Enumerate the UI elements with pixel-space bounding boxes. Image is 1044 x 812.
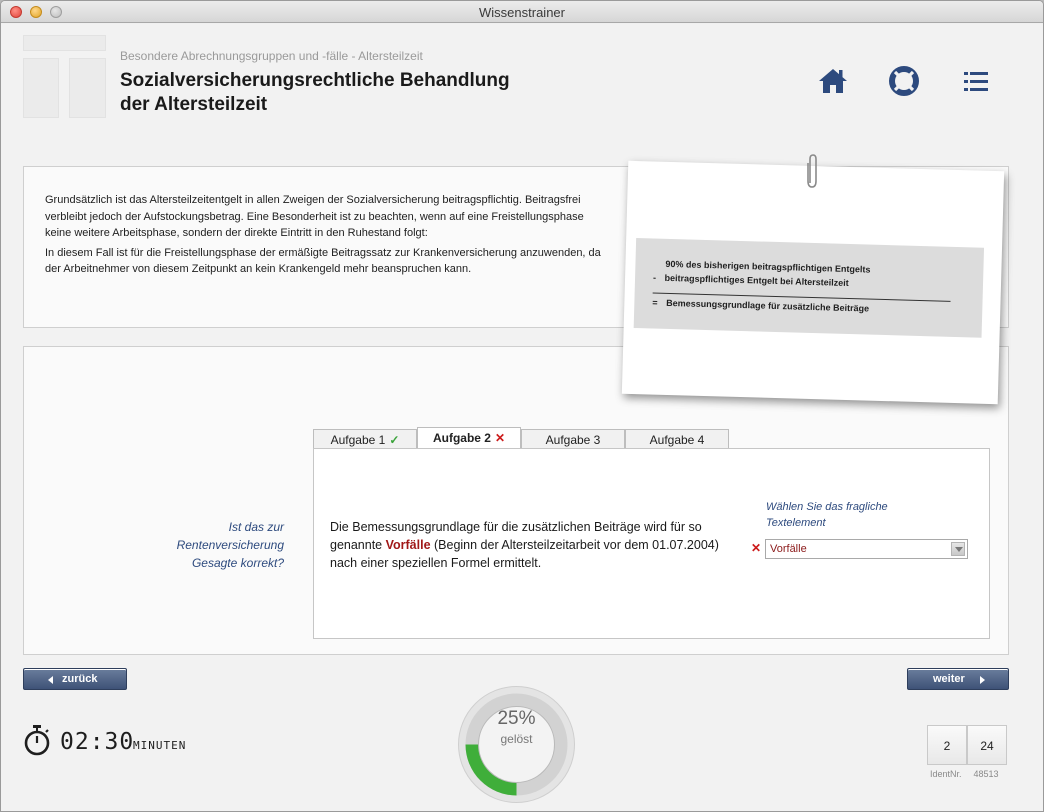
chevron-down-icon[interactable] bbox=[951, 542, 965, 556]
logo-block-left bbox=[23, 58, 59, 118]
page-title-line-2: der Altersteilzeit bbox=[120, 94, 268, 115]
formula-minus-symbol: - bbox=[652, 272, 657, 283]
check-icon: ✓ bbox=[389, 433, 400, 447]
list-menu-icon[interactable] bbox=[960, 66, 992, 96]
question-line-1: Ist das zur bbox=[228, 520, 284, 534]
logo-block-right bbox=[69, 58, 106, 118]
formula-equals-symbol: = bbox=[652, 297, 658, 308]
main-content: Besondere Abrechnungsgruppen und -fälle … bbox=[1, 24, 1043, 811]
progress-percent: 25% bbox=[497, 708, 536, 729]
ident-value: 48513 bbox=[973, 769, 999, 779]
task-highlighted-term[interactable]: Vorfälle bbox=[386, 538, 431, 552]
cross-icon: ✕ bbox=[494, 431, 506, 445]
page-title-line-1: Sozialversicherungsrechtliche Behandlung bbox=[120, 70, 510, 91]
stopwatch-icon bbox=[24, 725, 50, 756]
tab-label: Aufgabe 4 bbox=[649, 433, 705, 447]
title-bar: Wissenstrainer bbox=[1, 1, 1043, 23]
page-current: 2 bbox=[927, 725, 967, 765]
page-total: 24 bbox=[967, 725, 1007, 765]
select-value: Vorfälle bbox=[770, 543, 807, 555]
tab-label: Aufgabe 2 bbox=[432, 431, 491, 445]
next-button-label: weiter bbox=[933, 673, 965, 685]
progress-label: gelöst bbox=[500, 732, 533, 746]
help-lifebuoy-icon[interactable] bbox=[888, 66, 920, 96]
paperclip-icon bbox=[807, 154, 817, 188]
select-label-line-1: Wählen Sie das fragliche bbox=[766, 501, 888, 513]
home-icon[interactable] bbox=[817, 66, 849, 96]
formula-strip bbox=[633, 238, 985, 338]
task-statement: Die Bemessungsgrundlage für die zusätzli… bbox=[330, 518, 732, 572]
info-paragraph-1: Grundsätzlich ist das Altersteilzeitentg… bbox=[45, 194, 584, 239]
question-prompt: Ist das zur Rentenversicherung Gesagte k… bbox=[141, 518, 284, 572]
select-label-line-2: Textelement bbox=[766, 517, 826, 529]
select-label: Wählen Sie das fragliche Textelement bbox=[766, 499, 966, 531]
info-text: Grundsätzlich ist das Altersteilzeitentg… bbox=[45, 192, 605, 281]
ident-number: IdentNr. 48513 bbox=[930, 769, 999, 779]
tab-label: Aufgabe 1 bbox=[330, 433, 386, 447]
text-element-select[interactable]: Vorfälle bbox=[765, 539, 968, 559]
back-button-label: zurück bbox=[62, 673, 98, 685]
question-line-3: Gesagte korrekt? bbox=[191, 556, 284, 570]
page-title: Sozialversicherungsrechtliche Behandlung… bbox=[120, 69, 600, 117]
tab-label: Aufgabe 3 bbox=[545, 433, 601, 447]
timer-unit: MINUTEN bbox=[133, 739, 187, 752]
ident-label: IdentNr. bbox=[930, 769, 962, 779]
task-body: Die Bemessungsgrundlage für die zusätzli… bbox=[313, 448, 990, 639]
breadcrumb: Besondere Abrechnungsgruppen und -fälle … bbox=[120, 49, 423, 63]
info-paragraph-2: In diesem Fall ist für die Freistellungs… bbox=[45, 246, 601, 276]
window-title: Wissenstrainer bbox=[479, 5, 565, 20]
back-button[interactable]: zurück bbox=[23, 668, 127, 690]
progress-label-group: 25% gelöst bbox=[456, 708, 577, 746]
logo-block-top bbox=[23, 35, 106, 51]
question-line-2: Rentenversicherung bbox=[176, 538, 284, 552]
timer-value: 02:30 bbox=[60, 729, 135, 755]
wrong-answer-icon: ✕ bbox=[751, 541, 762, 555]
formula-note-card: 90% des bisherigen beitragspflichtigen E… bbox=[621, 160, 1005, 405]
next-button[interactable]: weiter bbox=[907, 668, 1009, 690]
app-window: Wissenstrainer Besondere Abrechnungsgrup… bbox=[0, 0, 1044, 812]
